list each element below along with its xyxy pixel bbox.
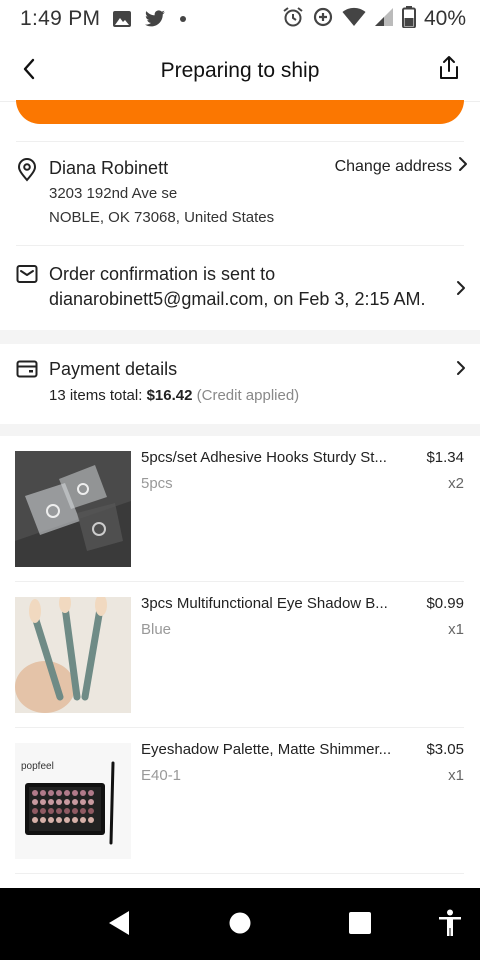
system-nav-bar: [0, 888, 480, 960]
location-pin-icon: [16, 158, 38, 187]
nav-home-button[interactable]: [225, 910, 255, 940]
payment-title: Payment details: [49, 359, 178, 379]
item-variant: Blue: [141, 621, 172, 638]
item-title: Eyeshadow Palette, Matte Shimmer...: [141, 741, 392, 758]
dot-icon: [178, 14, 188, 24]
item-variant: 5pcs: [141, 475, 173, 492]
order-confirmation-row[interactable]: Order confirmation is sent to dianarobin…: [0, 246, 480, 330]
credit-note: (Credit applied): [196, 387, 300, 404]
confirmation-line-2: dianarobinett5@gmail.com, on Feb 3, 2:15…: [49, 289, 426, 309]
chevron-left-icon: [22, 58, 36, 85]
mail-icon: [16, 264, 38, 289]
status-bar: 1:49 PM 40%: [0, 0, 480, 38]
nav-recents-button[interactable]: [345, 910, 375, 940]
alarm-icon: [282, 6, 304, 33]
chevron-right-icon: [456, 280, 466, 301]
nav-accessibility-button[interactable]: [435, 909, 465, 942]
item-title: 5pcs/set Adhesive Hooks Sturdy St...: [141, 449, 387, 466]
brand-logo: popfeel: [21, 761, 54, 772]
status-progress-banner: [16, 100, 464, 124]
order-item[interactable]: 5pcs/set Adhesive Hooks Sturdy St... 5pc…: [0, 436, 480, 582]
signal-icon: [374, 7, 394, 32]
battery-percent: 40%: [423, 7, 466, 30]
confirmation-text: Order confirmation is sent to dianarobin…: [49, 262, 454, 312]
item-price: $1.34: [426, 449, 464, 466]
payment-details-row[interactable]: Payment details 13 items total: $16.42 (…: [0, 344, 480, 424]
total-amount: $16.42: [146, 387, 193, 404]
recents-square-icon: [348, 911, 372, 940]
address-line-1: 3203 192nd Ave se: [49, 185, 178, 202]
wifi-icon: [342, 7, 366, 32]
item-price: $3.05: [426, 741, 464, 758]
section-gap: [0, 424, 480, 436]
item-quantity: x1: [448, 767, 464, 784]
item-title: 3pcs Multifunctional Eye Shadow B...: [141, 595, 388, 612]
page-header: Preparing to ship: [0, 40, 480, 102]
page-title: Preparing to ship: [160, 58, 320, 82]
nav-back-button[interactable]: [104, 910, 134, 940]
share-icon: [437, 55, 461, 86]
home-circle-icon: [228, 911, 252, 940]
battery-icon: [401, 5, 416, 33]
section-gap: [0, 330, 480, 344]
product-image: popfeel: [15, 743, 131, 859]
accessibility-icon: [437, 909, 463, 942]
confirmation-line-1: Order confirmation is sent to: [49, 264, 276, 284]
shipping-address-section[interactable]: Diana Robinett 3203 192nd Ave se NOBLE, …: [0, 142, 480, 246]
item-price: $0.99: [426, 595, 464, 612]
image-icon: [112, 10, 132, 28]
item-variant: E40-1: [141, 767, 182, 784]
back-button[interactable]: [14, 56, 44, 86]
address-line-2: NOBLE, OK 73068, United States: [49, 209, 275, 226]
chevron-right-icon: [458, 156, 468, 177]
back-triangle-icon: [107, 910, 131, 941]
recipient-name: Diana Robinett: [49, 158, 169, 178]
status-time: 1:49 PM: [20, 7, 101, 30]
change-address-label: Change address: [334, 157, 452, 175]
item-quantity: x1: [448, 621, 464, 638]
divider: [15, 873, 464, 874]
item-quantity: x2: [448, 475, 464, 492]
order-item[interactable]: 3pcs Multifunctional Eye Shadow B... Blu…: [0, 582, 480, 728]
product-image: [15, 597, 131, 713]
chevron-right-icon: [456, 360, 466, 381]
order-item[interactable]: popfeel Eyeshadow Palette, Matte Shimmer…: [0, 728, 480, 874]
payment-summary: 13 items total: $16.42 (Credit applied): [49, 387, 299, 404]
data-saver-icon: [312, 6, 334, 33]
share-button[interactable]: [434, 54, 464, 86]
change-address-link[interactable]: Change address: [335, 156, 468, 177]
product-image: [15, 451, 131, 567]
items-total-label: 13 items total:: [49, 387, 143, 404]
wallet-icon: [16, 359, 38, 384]
twitter-icon: [144, 10, 166, 28]
